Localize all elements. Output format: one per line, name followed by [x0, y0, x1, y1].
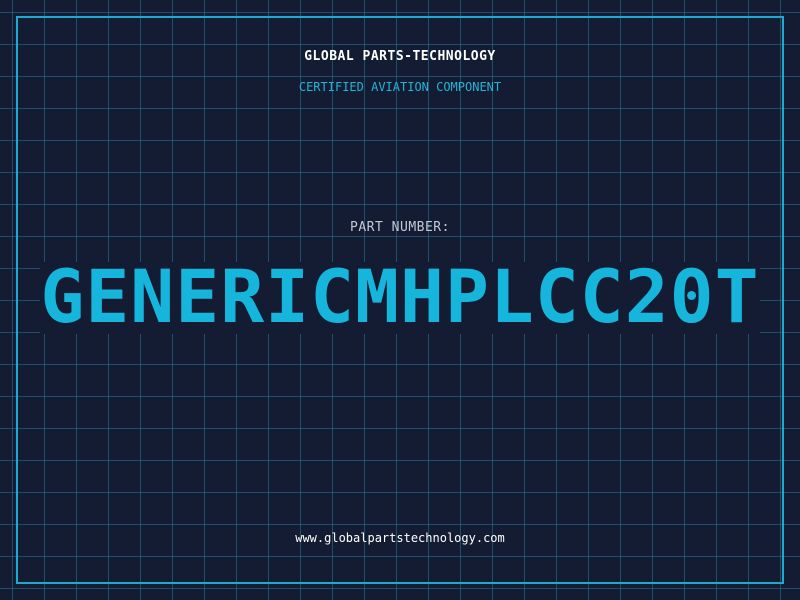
part-number-label: PART NUMBER: [350, 220, 450, 235]
part-number-value: GENERICMHPLCC20T [40, 255, 760, 340]
certification-tagline: CERTIFIED AVIATION COMPONENT [298, 80, 502, 94]
company-name: GLOBAL PARTS-TECHNOLOGY [304, 49, 496, 64]
certificate-card: GLOBAL PARTS-TECHNOLOGY CERTIFIED AVIATI… [0, 0, 800, 600]
website-url: www.globalpartstechnology.com [295, 531, 505, 545]
